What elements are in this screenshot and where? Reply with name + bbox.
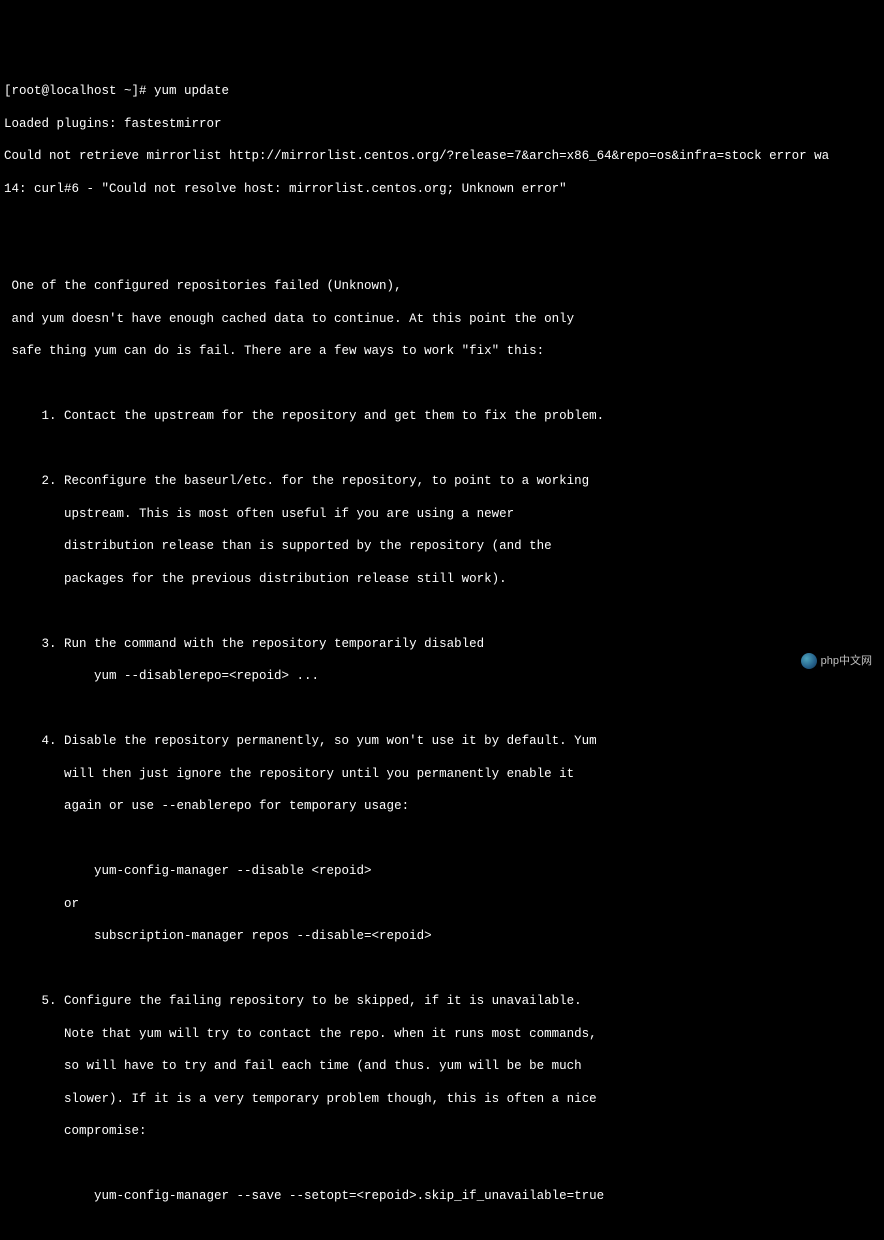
blank-line [4,1221,880,1237]
blank-line [4,831,880,847]
output-para1-l1: One of the configured repositories faile… [4,278,880,294]
output-item2-l1: 2. Reconfigure the baseurl/etc. for the … [4,473,880,489]
prompt-line: [root@localhost ~]# yum update [4,83,880,99]
watermark: php中文网 [801,653,872,669]
blank-line [4,1156,880,1172]
output-para1-l3: safe thing yum can do is fail. There are… [4,343,880,359]
output-item5-l3: so will have to try and fail each time (… [4,1058,880,1074]
output-item5-l5: compromise: [4,1123,880,1139]
blank-line [4,376,880,392]
output-item3-l2: yum --disablerepo=<repoid> ... [4,668,880,684]
output-error-line2: 14: curl#6 - "Could not resolve host: mi… [4,181,880,197]
output-item5-cmd: yum-config-manager --save --setopt=<repo… [4,1188,880,1204]
output-item2-l4: packages for the previous distribution r… [4,571,880,587]
output-item4-l1: 4. Disable the repository permanently, s… [4,733,880,749]
php-logo-icon [801,653,817,669]
output-item4-cmd2: subscription-manager repos --disable=<re… [4,928,880,944]
blank-line [4,603,880,619]
blank-line [4,213,880,229]
shell-command: yum update [154,84,229,98]
shell-prompt: [root@localhost ~]# [4,84,147,98]
output-item5-l1: 5. Configure the failing repository to b… [4,993,880,1009]
output-item4-cmd1: yum-config-manager --disable <repoid> [4,863,880,879]
output-loaded-plugins: Loaded plugins: fastestmirror [4,116,880,132]
output-item4-l3: again or use --enablerepo for temporary … [4,798,880,814]
output-error-line1: Could not retrieve mirrorlist http://mir… [4,148,880,164]
output-item2-l3: distribution release than is supported b… [4,538,880,554]
output-item2-l2: upstream. This is most often useful if y… [4,506,880,522]
output-para1-l2: and yum doesn't have enough cached data … [4,311,880,327]
output-item4-or: or [4,896,880,912]
output-item4-l2: will then just ignore the repository unt… [4,766,880,782]
output-item5-l4: slower). If it is a very temporary probl… [4,1091,880,1107]
output-item1-l1: 1. Contact the upstream for the reposito… [4,408,880,424]
terminal-window[interactable]: [root@localhost ~]# yum update Loaded pl… [4,67,880,683]
output-item5-l2: Note that yum will try to contact the re… [4,1026,880,1042]
watermark-text: php中文网 [821,654,872,668]
blank-line [4,961,880,977]
blank-line [4,246,880,262]
output-item3-l1: 3. Run the command with the repository t… [4,636,880,652]
blank-line [4,441,880,457]
blank-line [4,701,880,717]
